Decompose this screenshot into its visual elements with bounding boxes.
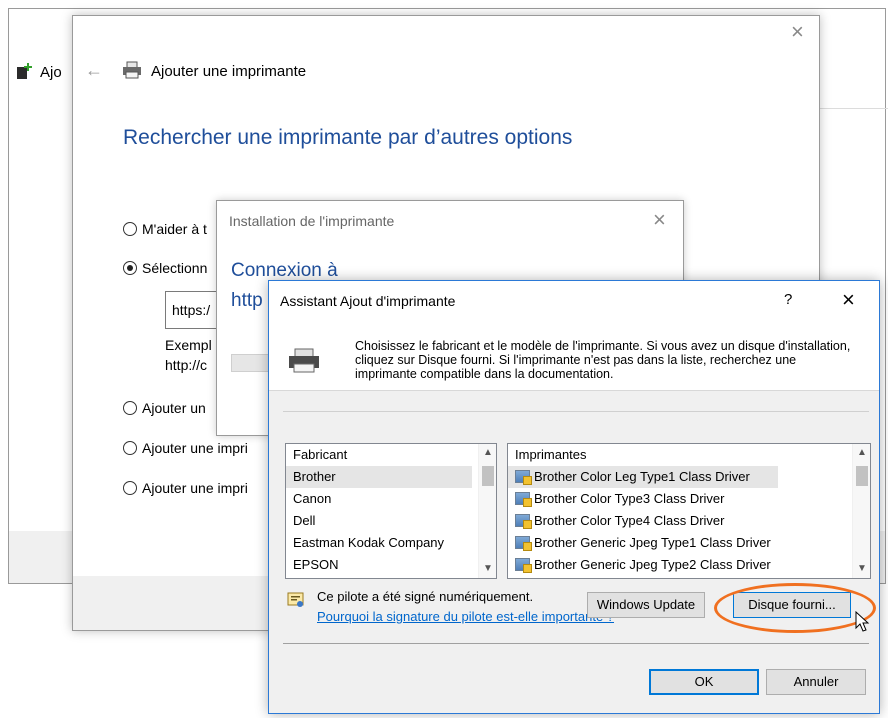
driver-icon <box>515 492 532 507</box>
printer-header: Imprimantes <box>515 447 587 462</box>
option-add-local[interactable]: Ajouter une impri <box>123 480 248 496</box>
divider <box>283 643 869 644</box>
background-window-title: Ajo <box>40 64 62 81</box>
printer-item[interactable]: Brother Generic Jpeg Type2 Class Driver <box>508 554 771 576</box>
printer-item-label: Brother Color Type3 Class Driver <box>534 491 725 506</box>
installation-progress-bar <box>231 354 271 372</box>
windows-update-button[interactable]: Windows Update <box>587 592 705 618</box>
option-select-shared[interactable]: Sélectionn <box>123 260 207 276</box>
driver-icon <box>515 558 532 573</box>
manufacturer-item[interactable]: Brother <box>286 466 472 488</box>
printer-item-label: Brother Generic Jpeg Type2 Class Driver <box>534 557 771 572</box>
dialog-description: Choisissez le fabricant et le modèle de … <box>355 339 851 381</box>
scroll-thumb[interactable] <box>482 466 494 486</box>
option-label: Sélectionn <box>142 260 208 276</box>
option-label: Ajouter une impri <box>142 440 248 456</box>
manufacturer-scrollbar[interactable]: ▲ ▼ <box>478 444 496 578</box>
back-arrow-icon[interactable]: ← <box>85 60 103 81</box>
scroll-up-icon[interactable]: ▲ <box>853 444 870 462</box>
option-add-bluetooth[interactable]: Ajouter une impri <box>123 440 248 456</box>
scroll-down-icon[interactable]: ▼ <box>479 560 496 578</box>
option-add-tcpip[interactable]: Ajouter un <box>123 400 206 416</box>
scroll-down-icon[interactable]: ▼ <box>853 560 870 578</box>
help-button[interactable]: ? <box>784 291 792 308</box>
dialog-title: Assistant Ajout d'imprimante <box>280 293 456 309</box>
ok-button[interactable]: OK <box>649 669 759 695</box>
installation-close-icon[interactable]: × <box>653 207 666 233</box>
installation-heading-url: http <box>231 290 263 311</box>
printer-driver-icon <box>289 348 319 373</box>
printer-item[interactable]: Brother Color Type4 Class Driver <box>508 510 725 532</box>
driver-icon <box>515 470 532 485</box>
scroll-thumb[interactable] <box>856 466 868 486</box>
driver-icon <box>515 536 532 551</box>
printer-item[interactable]: Brother Color Leg Type1 Class Driver <box>508 466 778 488</box>
signed-driver-text: Ce pilote a été signé numériquement. <box>317 589 534 604</box>
mouse-cursor-icon <box>855 611 870 632</box>
manufacturer-list[interactable]: Fabricant Brother Canon Dell Eastman Kod… <box>285 443 497 579</box>
highlight-ellipse <box>714 583 876 633</box>
radio-button[interactable] <box>123 401 137 415</box>
printer-scrollbar[interactable]: ▲ ▼ <box>852 444 870 578</box>
option-label: M'aider à t <box>142 221 207 237</box>
manufacturer-item[interactable]: Canon <box>286 488 331 510</box>
printer-item[interactable]: Brother Color Type3 Class Driver <box>508 488 725 510</box>
radio-button[interactable] <box>123 481 137 495</box>
printer-item-label: Brother Color Leg Type1 Class Driver <box>534 469 750 484</box>
printer-model-list[interactable]: Imprimantes Brother Color Leg Type1 Clas… <box>507 443 871 579</box>
add-printer-driver-dialog: Assistant Ajout d'imprimante ? × Choisis… <box>268 280 880 714</box>
url-example-label: Exempl <box>165 337 212 353</box>
installation-title: Installation de l'imprimante <box>229 213 395 229</box>
option-label: Ajouter un <box>142 400 206 416</box>
printer-item-label: Brother Generic Jpeg Type1 Class Driver <box>534 535 771 550</box>
manufacturer-item[interactable]: Dell <box>286 510 315 532</box>
manufacturer-item[interactable]: EPSON <box>286 554 339 576</box>
divider <box>283 411 869 412</box>
dialog-close-icon[interactable]: × <box>842 287 855 313</box>
radio-button[interactable] <box>123 441 137 455</box>
driver-icon <box>515 514 532 529</box>
option-help-find[interactable]: M'aider à t <box>123 221 207 237</box>
printer-icon <box>123 61 141 79</box>
wizard-heading: Rechercher une imprimante par d’autres o… <box>123 126 573 149</box>
option-label: Ajouter une impri <box>142 480 248 496</box>
manufacturer-item[interactable]: Eastman Kodak Company <box>286 532 444 554</box>
background-divider <box>816 108 888 109</box>
add-device-icon <box>17 63 32 79</box>
signature-info-link[interactable]: Pourquoi la signature du pilote est-elle… <box>317 609 614 624</box>
wizard-title: Ajouter une imprimante <box>151 63 307 80</box>
printer-item-label: Brother Color Type4 Class Driver <box>534 513 725 528</box>
manufacturer-header: Fabricant <box>293 447 348 462</box>
radio-button[interactable] <box>123 222 137 236</box>
scroll-up-icon[interactable]: ▲ <box>479 444 496 462</box>
cancel-button[interactable]: Annuler <box>766 669 866 695</box>
certificate-icon <box>287 592 304 607</box>
installation-heading: Connexion à <box>231 260 338 281</box>
url-example-value: http://c <box>165 357 208 373</box>
radio-button-selected[interactable] <box>123 261 137 275</box>
wizard-close-icon[interactable]: × <box>791 19 804 45</box>
printer-item[interactable]: Brother Generic Jpeg Type1 Class Driver <box>508 532 771 554</box>
